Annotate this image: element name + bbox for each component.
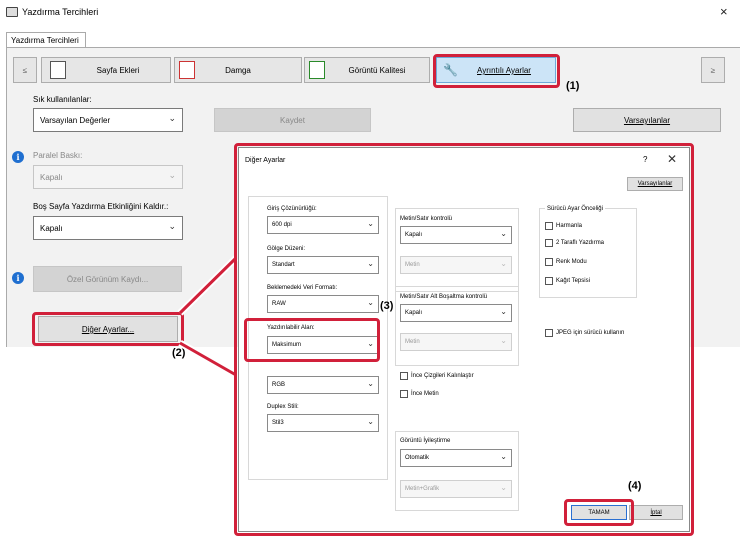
shadow-pattern-select[interactable]: Standart ⌄	[267, 256, 379, 274]
thin-text-checkbox[interactable]	[400, 390, 408, 398]
duplex-style-select[interactable]: Stil3 ⌄	[267, 414, 379, 432]
text-line-wrap-label: Metin/Satır Alt Boşaltma kontrolü	[400, 294, 488, 300]
driver-priority-group	[539, 208, 637, 298]
chevron-down-icon: ⌄	[367, 417, 374, 426]
chevron-down-icon: ⌄	[500, 452, 507, 461]
text-line-control-label: Metin/Satır kontrolü	[400, 216, 453, 222]
duplex-style-label: Duplex Stili:	[267, 404, 299, 410]
dialog-defaults-button[interactable]: Varsayılanlar	[627, 177, 683, 191]
image-enhance-sub-value: Metin+Grafik	[405, 486, 440, 492]
input-resolution-select[interactable]: 600 dpi ⌄	[267, 216, 379, 234]
image-enhance-select[interactable]: Otomatik ⌄	[400, 449, 512, 467]
color-mode-checkbox[interactable]	[545, 258, 553, 266]
callout-printable-area-box	[244, 318, 380, 362]
text-line-control-value: Kapalı	[405, 232, 423, 238]
chevron-down-icon: ⌄	[500, 336, 507, 345]
chevron-down-icon: ⌄	[500, 259, 507, 268]
thin-text-label: İnce Metin	[411, 391, 439, 397]
chevron-down-icon: ⌄	[367, 298, 374, 307]
chevron-down-icon: ⌄	[367, 219, 374, 228]
priority-item-label: Renk Modu	[556, 259, 587, 265]
thin-lines-label: İnce Çizgileri Kalınlaştır	[411, 373, 474, 379]
input-resolution-label: Giriş Çözünürlüğü:	[267, 206, 317, 212]
dialog-close-icon[interactable]: ✕	[667, 152, 677, 166]
chevron-down-icon: ⌄	[367, 379, 374, 388]
chevron-down-icon: ⌄	[500, 483, 507, 492]
dialog-defaults-label: Varsayılanlar	[637, 181, 673, 187]
chevron-down-icon: ⌄	[500, 307, 507, 316]
color-space-select[interactable]: RGB ⌄	[267, 376, 379, 394]
priority-item-label: 2 Taraflı Yazdırma	[556, 240, 605, 246]
text-line-wrap-value: Kapalı	[405, 310, 423, 316]
image-enhance-label: Görüntü İyileştirme	[400, 438, 451, 444]
color-space-value: RGB	[272, 382, 286, 388]
text-line-wrap-sub-value: Metin	[405, 339, 420, 345]
help-icon[interactable]: ?	[643, 155, 647, 164]
spool-format-value: RAW	[272, 301, 286, 307]
input-resolution-value: 600 dpi	[272, 222, 292, 228]
text-line-wrap-sub-select[interactable]: Metin ⌄	[400, 333, 512, 351]
thin-lines-checkbox[interactable]	[400, 372, 408, 380]
duplex-checkbox[interactable]	[545, 239, 553, 247]
duplex-style-value: Stil3	[272, 420, 284, 426]
text-line-sub-value: Metin	[405, 262, 420, 268]
jpeg-checkbox[interactable]	[545, 329, 553, 337]
priority-item-label: Harmanla	[556, 223, 583, 229]
spool-format-select[interactable]: RAW ⌄	[267, 295, 379, 313]
image-enhance-value: Otomatik	[405, 455, 430, 461]
image-enhance-sub-select[interactable]: Metin+Grafik ⌄	[400, 480, 512, 498]
callout-3: (3)	[380, 300, 394, 312]
spool-format-label: Beklemedeki Veri Formatı:	[267, 285, 338, 291]
callout-ok-box	[564, 499, 634, 526]
priority-item-label: Kağıt Tepsisi	[556, 278, 590, 284]
driver-priority-label: Sürücü Ayar Önceliği	[545, 206, 605, 212]
collate-checkbox[interactable]	[545, 222, 553, 230]
cancel-button[interactable]: İptal	[629, 505, 683, 520]
text-line-sub-select[interactable]: Metin ⌄	[400, 256, 512, 274]
jpeg-label: JPEG için sürücü kullanın	[556, 330, 625, 336]
chevron-down-icon: ⌄	[500, 229, 507, 238]
shadow-pattern-value: Standart	[272, 262, 295, 268]
text-line-wrap-select[interactable]: Kapalı ⌄	[400, 304, 512, 322]
cancel-label: İptal	[650, 510, 662, 516]
dialog-title: Diğer Ayarlar	[245, 157, 286, 164]
paper-tray-checkbox[interactable]	[545, 277, 553, 285]
text-line-control-select[interactable]: Kapalı ⌄	[400, 226, 512, 244]
shadow-pattern-label: Gölge Düzeni:	[267, 246, 306, 252]
chevron-down-icon: ⌄	[367, 259, 374, 268]
callout-4: (4)	[628, 480, 642, 492]
